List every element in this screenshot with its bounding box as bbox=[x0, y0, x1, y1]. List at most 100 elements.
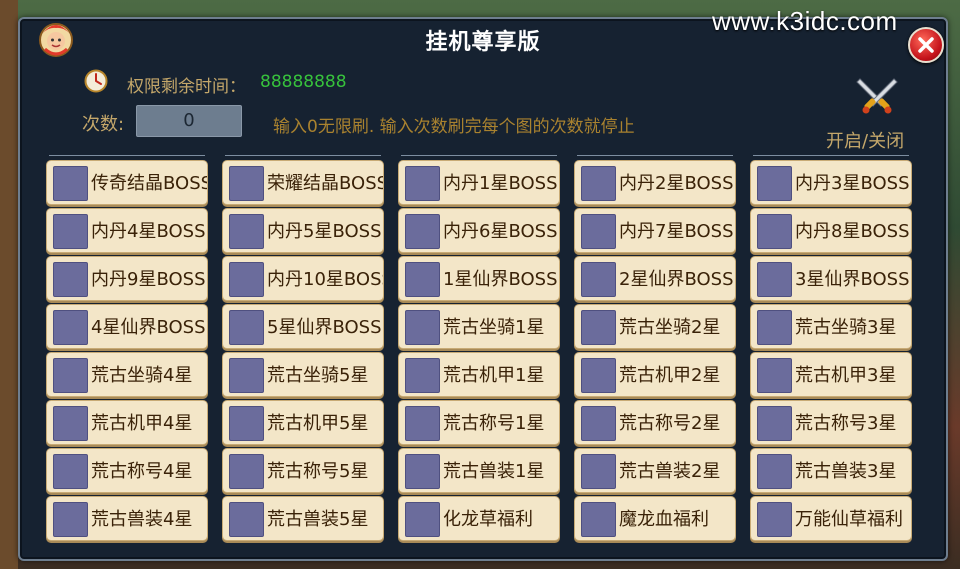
option-button[interactable]: 荒古机甲4星 bbox=[46, 400, 208, 445]
option-checkbox[interactable] bbox=[581, 502, 616, 537]
option-checkbox[interactable] bbox=[53, 214, 88, 249]
option-checkbox[interactable] bbox=[757, 454, 792, 489]
option-button[interactable]: 内丹8星BOSS bbox=[750, 208, 912, 253]
option-button[interactable]: 荒古坐骑3星 bbox=[750, 304, 912, 349]
option-button[interactable]: 荒古机甲1星 bbox=[398, 352, 560, 397]
option-checkbox[interactable] bbox=[405, 406, 440, 441]
count-label: 次数: bbox=[82, 114, 125, 135]
option-button[interactable]: 荒古兽装4星 bbox=[46, 496, 208, 541]
option-button[interactable]: 荒古称号3星 bbox=[750, 400, 912, 445]
option-button[interactable]: 4星仙界BOSS bbox=[46, 304, 208, 349]
option-button[interactable]: 荒古称号1星 bbox=[398, 400, 560, 445]
option-checkbox[interactable] bbox=[757, 310, 792, 345]
option-button[interactable]: 荒古称号2星 bbox=[574, 400, 736, 445]
option-checkbox[interactable] bbox=[757, 358, 792, 393]
option-checkbox[interactable] bbox=[53, 406, 88, 441]
option-checkbox[interactable] bbox=[757, 502, 792, 537]
option-checkbox[interactable] bbox=[229, 454, 264, 489]
option-button[interactable]: 内丹4星BOSS bbox=[46, 208, 208, 253]
option-label: 荒古称号1星 bbox=[443, 413, 545, 434]
option-label: 荒古机甲2星 bbox=[619, 365, 721, 386]
option-checkbox[interactable] bbox=[53, 166, 88, 201]
watermark-text: www.k3idc.com bbox=[712, 6, 898, 36]
option-checkbox[interactable] bbox=[53, 358, 88, 393]
option-button[interactable]: 内丹5星BOSS bbox=[222, 208, 384, 253]
option-label: 1星仙界BOSS bbox=[443, 269, 558, 290]
option-checkbox[interactable] bbox=[405, 502, 440, 537]
option-button[interactable]: 2星仙界BOSS bbox=[574, 256, 736, 301]
option-button[interactable]: 荒古兽装2星 bbox=[574, 448, 736, 493]
option-label: 传奇结晶BOSS bbox=[91, 173, 208, 194]
option-label: 荒古机甲3星 bbox=[795, 365, 897, 386]
option-checkbox[interactable] bbox=[229, 166, 264, 201]
option-button[interactable]: 内丹10星BOSS bbox=[222, 256, 384, 301]
option-button[interactable]: 3星仙界BOSS bbox=[750, 256, 912, 301]
option-checkbox[interactable] bbox=[229, 502, 264, 537]
option-checkbox[interactable] bbox=[757, 214, 792, 249]
timer-value: 88888888 bbox=[260, 72, 347, 92]
option-checkbox[interactable] bbox=[53, 310, 88, 345]
option-checkbox[interactable] bbox=[757, 166, 792, 201]
close-icon[interactable] bbox=[908, 27, 944, 63]
option-button[interactable]: 魔龙血福利 bbox=[574, 496, 736, 541]
option-button[interactable]: 荒古坐骑5星 bbox=[222, 352, 384, 397]
option-button[interactable]: 荒古兽装5星 bbox=[222, 496, 384, 541]
option-label: 内丹8星BOSS bbox=[795, 221, 910, 242]
option-checkbox[interactable] bbox=[53, 454, 88, 489]
option-checkbox[interactable] bbox=[581, 358, 616, 393]
option-button[interactable]: 传奇结晶BOSS bbox=[46, 160, 208, 205]
option-button[interactable]: 5星仙界BOSS bbox=[222, 304, 384, 349]
option-button[interactable]: 荒古兽装1星 bbox=[398, 448, 560, 493]
option-button[interactable]: 内丹3星BOSS bbox=[750, 160, 912, 205]
option-button[interactable]: 荒古坐骑2星 bbox=[574, 304, 736, 349]
option-button[interactable]: 荒古兽装3星 bbox=[750, 448, 912, 493]
option-button[interactable]: 荒古称号4星 bbox=[46, 448, 208, 493]
option-button[interactable]: 内丹2星BOSS bbox=[574, 160, 736, 205]
option-label: 内丹9星BOSS bbox=[91, 269, 206, 290]
option-button[interactable]: 荒古机甲3星 bbox=[750, 352, 912, 397]
option-button[interactable]: 1星仙界BOSS bbox=[398, 256, 560, 301]
option-checkbox[interactable] bbox=[405, 262, 440, 297]
option-button[interactable]: 内丹7星BOSS bbox=[574, 208, 736, 253]
count-input[interactable]: 0 bbox=[136, 105, 242, 137]
option-button[interactable]: 荣耀结晶BOSS bbox=[222, 160, 384, 205]
option-checkbox[interactable] bbox=[581, 454, 616, 489]
option-checkbox[interactable] bbox=[581, 166, 616, 201]
option-button[interactable]: 化龙草福利 bbox=[398, 496, 560, 541]
option-checkbox[interactable] bbox=[229, 262, 264, 297]
option-label: 荒古兽装2星 bbox=[619, 461, 721, 482]
option-button[interactable]: 荒古称号5星 bbox=[222, 448, 384, 493]
option-checkbox[interactable] bbox=[405, 166, 440, 201]
option-label: 化龙草福利 bbox=[443, 509, 533, 530]
option-checkbox[interactable] bbox=[229, 358, 264, 393]
option-checkbox[interactable] bbox=[405, 310, 440, 345]
option-checkbox[interactable] bbox=[229, 214, 264, 249]
option-checkbox[interactable] bbox=[405, 214, 440, 249]
option-checkbox[interactable] bbox=[581, 214, 616, 249]
option-button[interactable]: 内丹1星BOSS bbox=[398, 160, 560, 205]
option-button[interactable]: 荒古机甲5星 bbox=[222, 400, 384, 445]
option-checkbox[interactable] bbox=[405, 454, 440, 489]
option-checkbox[interactable] bbox=[53, 502, 88, 537]
option-button[interactable]: 荒古坐骑1星 bbox=[398, 304, 560, 349]
option-checkbox[interactable] bbox=[581, 310, 616, 345]
option-checkbox[interactable] bbox=[757, 406, 792, 441]
option-label: 荒古兽装5星 bbox=[267, 509, 369, 530]
option-button[interactable]: 荒古机甲2星 bbox=[574, 352, 736, 397]
option-checkbox[interactable] bbox=[581, 262, 616, 297]
option-checkbox[interactable] bbox=[229, 310, 264, 345]
option-checkbox[interactable] bbox=[581, 406, 616, 441]
toggle-label[interactable]: 开启/关闭 bbox=[826, 127, 904, 153]
option-label: 荒古称号4星 bbox=[91, 461, 193, 482]
option-button[interactable]: 内丹6星BOSS bbox=[398, 208, 560, 253]
option-button[interactable]: 万能仙草福利 bbox=[750, 496, 912, 541]
option-checkbox[interactable] bbox=[757, 262, 792, 297]
option-button[interactable]: 荒古坐骑4星 bbox=[46, 352, 208, 397]
option-checkbox[interactable] bbox=[53, 262, 88, 297]
option-label: 荒古称号3星 bbox=[795, 413, 897, 434]
option-checkbox[interactable] bbox=[229, 406, 264, 441]
crossed-swords-icon[interactable] bbox=[854, 75, 900, 115]
option-button[interactable]: 内丹9星BOSS bbox=[46, 256, 208, 301]
option-checkbox[interactable] bbox=[405, 358, 440, 393]
option-label: 荒古坐骑3星 bbox=[795, 317, 897, 338]
